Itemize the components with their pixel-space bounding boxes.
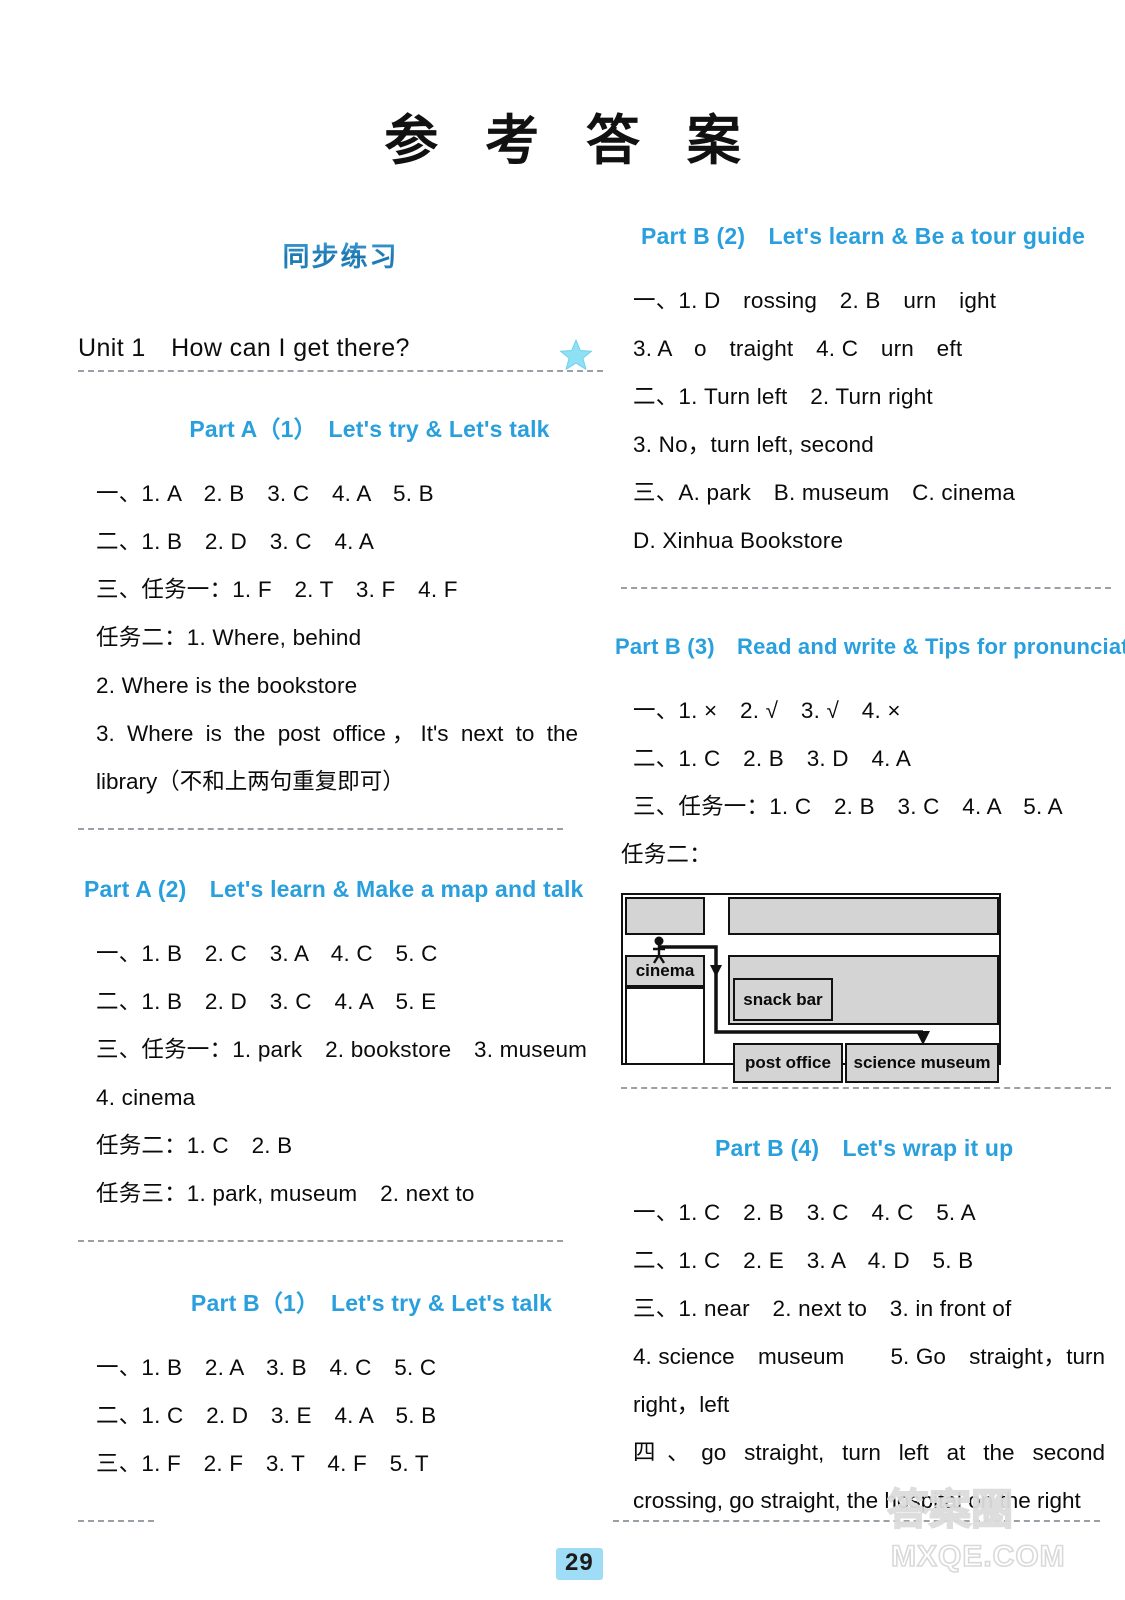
part-heading-b4: Part B (4) Let's wrap it up <box>715 1135 1014 1161</box>
answers-b1: 一、1. B 2. A 3. B 4. C 5. C 二、1. C 2. D 3… <box>78 1344 603 1488</box>
answer-line: 三、A. park B. museum C. cinema <box>633 480 1016 505</box>
right-column: Part B (2) Let's learn & Be a tour guide… <box>615 215 1125 1525</box>
map-figure-wrapper: cinema snack bar post office science mus… <box>615 893 1125 1083</box>
unit-title: Unit 1 How can I get there? <box>78 334 410 362</box>
answer-line: 3. Where is the post office，It's next to… <box>96 721 578 794</box>
answer-line: 三、任务一：1. F 2. T 3. F 4. F <box>96 577 458 602</box>
footer-divider-right <box>613 1520 1100 1522</box>
star-icon <box>559 339 593 370</box>
watermark-url-text: MXQE.COM <box>891 1540 1066 1573</box>
left-column: 同步练习 Unit 1 How can I get there? Part A（… <box>78 215 603 1488</box>
answer-line: 一、1. D rossing 2. B urn ight <box>633 288 997 313</box>
answer-line: 2. Where is the bookstore <box>96 673 358 698</box>
answer-line: 三、任务一：1. C 2. B 3. C 4. A 5. A <box>633 794 1063 819</box>
answer-columns: 同步练习 Unit 1 How can I get there? Part A（… <box>0 215 1125 1525</box>
person-marker <box>652 936 666 964</box>
page-number: 29 <box>556 1548 603 1580</box>
answer-line: 二、1. C 2. E 3. A 4. D 5. B <box>633 1248 974 1273</box>
answer-line: 二、1. B 2. D 3. C 4. A 5. E <box>96 989 437 1014</box>
answer-line: 二、1. C 2. B 3. D 4. A <box>633 746 912 771</box>
answer-line: 任务二：1. C 2. B <box>96 1133 293 1158</box>
answer-line: 三、1. F 2. F 3. T 4. F 5. T <box>96 1451 429 1476</box>
answer-line: 任务二：1. Where, behind <box>96 625 362 650</box>
part-heading-a1: Part A（1） Let's try & Let's talk <box>189 416 550 442</box>
answer-line: 二、1. Turn left 2. Turn right <box>633 384 933 409</box>
answer-line: 3. No，turn left, second <box>633 432 874 457</box>
answer-line: 一、1. B 2. C 3. A 4. C 5. C <box>96 941 438 966</box>
answer-line: 3. A o traight 4. C urn eft <box>633 336 963 361</box>
answer-line: 二、1. C 2. D 3. E 4. A 5. B <box>96 1403 437 1428</box>
answer-line: 二、1. B 2. D 3. C 4. A <box>96 529 375 554</box>
part-heading-b2: Part B (2) Let's learn & Be a tour guide <box>641 223 1086 249</box>
answer-line: 4. cinema <box>96 1085 196 1110</box>
section-divider <box>78 1240 563 1242</box>
section-divider <box>78 828 563 830</box>
answer-line: 任务二： <box>621 842 712 867</box>
part-heading-b3: Part B (3) Read and write & Tips for pro… <box>615 634 1125 659</box>
answers-b3: 一、1. × 2. √ 3. √ 4. × 二、1. C 2. B 3. D 4… <box>615 687 1125 879</box>
part-heading-b1: Part B（1） Let's try & Let's talk <box>190 1290 553 1316</box>
answer-line: 一、1. C 2. B 3. C 4. C 5. A <box>633 1200 976 1225</box>
answers-a2: 一、1. B 2. C 3. A 4. C 5. C 二、1. B 2. D 3… <box>78 930 603 1218</box>
answers-b4: 一、1. C 2. B 3. C 4. C 5. A 二、1. C 2. E 3… <box>615 1189 1125 1525</box>
answer-line: 三、任务一：1. park 2. bookstore 3. museum <box>96 1037 588 1062</box>
answer-line: 一、1. × 2. √ 3. √ 4. × <box>633 698 901 723</box>
answer-line: 4. science museum 5. Go straight，turn ri… <box>633 1344 1105 1417</box>
section-divider <box>621 1087 1111 1089</box>
footer-divider-left <box>78 1520 154 1522</box>
answer-line: 任务三：1. park, museum 2. next to <box>96 1181 475 1206</box>
answer-line: 一、1. A 2. B 3. C 4. A 5. B <box>96 481 434 506</box>
map-figure: cinema snack bar post office science mus… <box>621 893 1001 1083</box>
unit-heading-row: Unit 1 How can I get there? <box>78 328 603 372</box>
answers-b2: 一、1. D rossing 2. B urn ight 3. A o trai… <box>615 277 1125 565</box>
answer-line: 四、go straight, turn left at the second c… <box>633 1440 1105 1513</box>
part-heading-a2: Part A (2) Let's learn & Make a map and … <box>84 876 584 902</box>
section-banner-practice: 同步练习 <box>78 235 603 276</box>
answer-line: 三、1. near 2. next to 3. in front of <box>633 1296 1012 1321</box>
section-divider <box>621 587 1111 589</box>
answer-line: D. Xinhua Bookstore <box>633 528 844 553</box>
answer-line: 一、1. B 2. A 3. B 4. C 5. C <box>96 1355 437 1380</box>
answers-a1: 一、1. A 2. B 3. C 4. A 5. B 二、1. B 2. D 3… <box>78 470 603 806</box>
page-title: 参 考 答 案 <box>384 108 755 172</box>
map-route-arrows <box>652 936 930 1045</box>
